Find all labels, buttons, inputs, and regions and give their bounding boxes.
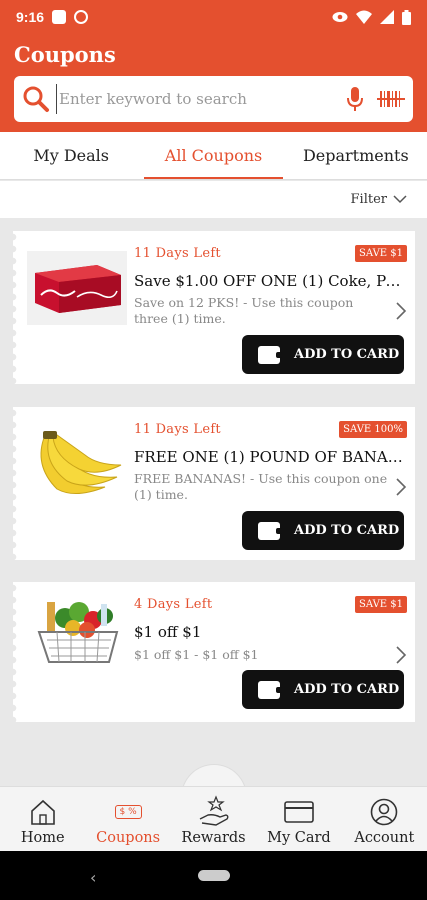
days-left: 4 Days Left bbox=[134, 597, 213, 612]
coupon-icon: $ % bbox=[114, 796, 142, 828]
save-badge: SAVE $1 bbox=[355, 245, 407, 262]
add-to-card-label: ADD TO CARD bbox=[294, 523, 400, 538]
search-icon[interactable] bbox=[22, 85, 50, 113]
tab-all-coupons[interactable]: All Coupons bbox=[142, 132, 284, 179]
coupon-image-bananas bbox=[40, 431, 122, 494]
days-left: 11 Days Left bbox=[134, 246, 221, 261]
coupon-card[interactable]: 4 Days Left SAVE $1 $1 off $1 $1 off $1 … bbox=[13, 582, 415, 722]
search-bar[interactable] bbox=[14, 76, 413, 122]
coupon-description: FREE BANANAS! - Use this coupon one (1) … bbox=[134, 471, 388, 502]
perforated-edge bbox=[13, 407, 19, 560]
save-badge: SAVE $1 bbox=[355, 596, 407, 613]
coupon-icon-text: $ % bbox=[114, 805, 142, 819]
add-to-card-label: ADD TO CARD bbox=[294, 682, 400, 697]
coupon-description: Save on 12 PKS! - Use this coupon three … bbox=[134, 295, 354, 326]
add-to-card-label: ADD TO CARD bbox=[294, 347, 400, 362]
perforated-edge bbox=[13, 582, 19, 722]
save-badge: SAVE 100% bbox=[339, 421, 407, 438]
bottom-nav: Home $ % Coupons Rewards My Card Account bbox=[0, 786, 427, 851]
filter-label: Filter bbox=[350, 192, 387, 207]
nav-coupons[interactable]: $ % Coupons bbox=[85, 787, 170, 851]
coupon-card[interactable]: 11 Days Left SAVE $1 Save $1.00 OFF ONE … bbox=[13, 231, 415, 384]
app-notification-icon bbox=[74, 10, 89, 24]
filter-bar: Filter bbox=[0, 181, 427, 218]
signal-icon bbox=[380, 10, 394, 24]
wallet-icon bbox=[258, 680, 282, 699]
nav-my-card[interactable]: My Card bbox=[256, 787, 341, 851]
nav-coupons-label: Coupons bbox=[96, 830, 161, 846]
perforated-edge bbox=[13, 231, 19, 384]
nav-rewards[interactable]: Rewards bbox=[171, 787, 256, 851]
nav-account-label: Account bbox=[354, 830, 415, 846]
nav-my-card-label: My Card bbox=[267, 830, 331, 846]
tab-bar: My Deals All Coupons Departments bbox=[0, 132, 427, 180]
eye-icon bbox=[332, 12, 348, 22]
wallet-icon bbox=[258, 521, 282, 540]
coupon-image-coke bbox=[27, 251, 127, 325]
battery-icon bbox=[402, 9, 411, 25]
page-title: Coupons bbox=[14, 42, 116, 67]
tab-departments[interactable]: Departments bbox=[285, 132, 427, 179]
system-nav-bar: ‹ bbox=[0, 851, 427, 900]
skype-notification-icon bbox=[52, 10, 67, 24]
coupon-description: $1 off $1 - $1 off $1 bbox=[134, 647, 259, 662]
status-time: 9:16 bbox=[16, 9, 45, 25]
nav-home[interactable]: Home bbox=[0, 787, 85, 851]
add-to-card-button[interactable]: ADD TO CARD bbox=[242, 511, 404, 550]
days-left: 11 Days Left bbox=[134, 422, 221, 437]
chevron-right-icon[interactable] bbox=[395, 301, 407, 321]
card-icon bbox=[284, 796, 314, 828]
home-icon bbox=[29, 796, 57, 828]
chevron-right-icon[interactable] bbox=[395, 477, 407, 497]
nav-rewards-label: Rewards bbox=[181, 830, 246, 846]
search-input[interactable] bbox=[56, 84, 347, 114]
wifi-icon bbox=[356, 10, 372, 24]
filter-button[interactable]: Filter bbox=[351, 192, 407, 207]
coupon-card[interactable]: 11 Days Left SAVE 100% FREE ONE (1) POUN… bbox=[13, 407, 415, 560]
app-bar: Coupons bbox=[0, 34, 427, 132]
coupon-title: Save $1.00 OFF ONE (1) Coke, Peps... bbox=[134, 272, 406, 290]
microphone-icon[interactable] bbox=[347, 86, 363, 112]
tab-my-deals[interactable]: My Deals bbox=[0, 132, 142, 179]
coupon-image-grocery-basket bbox=[37, 602, 119, 663]
add-to-card-button[interactable]: ADD TO CARD bbox=[242, 335, 404, 374]
nav-home-label: Home bbox=[20, 830, 65, 846]
chevron-right-icon[interactable] bbox=[395, 645, 407, 665]
nav-account[interactable]: Account bbox=[342, 787, 427, 851]
status-bar: 9:16 bbox=[0, 0, 427, 34]
coupon-title: FREE ONE (1) POUND OF BANAN... bbox=[134, 448, 406, 466]
add-to-card-button[interactable]: ADD TO CARD bbox=[242, 670, 404, 709]
barcode-scan-icon[interactable] bbox=[377, 88, 405, 110]
rewards-icon bbox=[198, 795, 230, 828]
account-icon bbox=[370, 796, 398, 828]
system-home-pill[interactable] bbox=[198, 870, 230, 881]
system-back-icon[interactable]: ‹ bbox=[90, 868, 96, 887]
wallet-icon bbox=[258, 345, 282, 364]
chevron-down-icon bbox=[393, 195, 407, 204]
coupon-title: $1 off $1 bbox=[134, 623, 202, 641]
